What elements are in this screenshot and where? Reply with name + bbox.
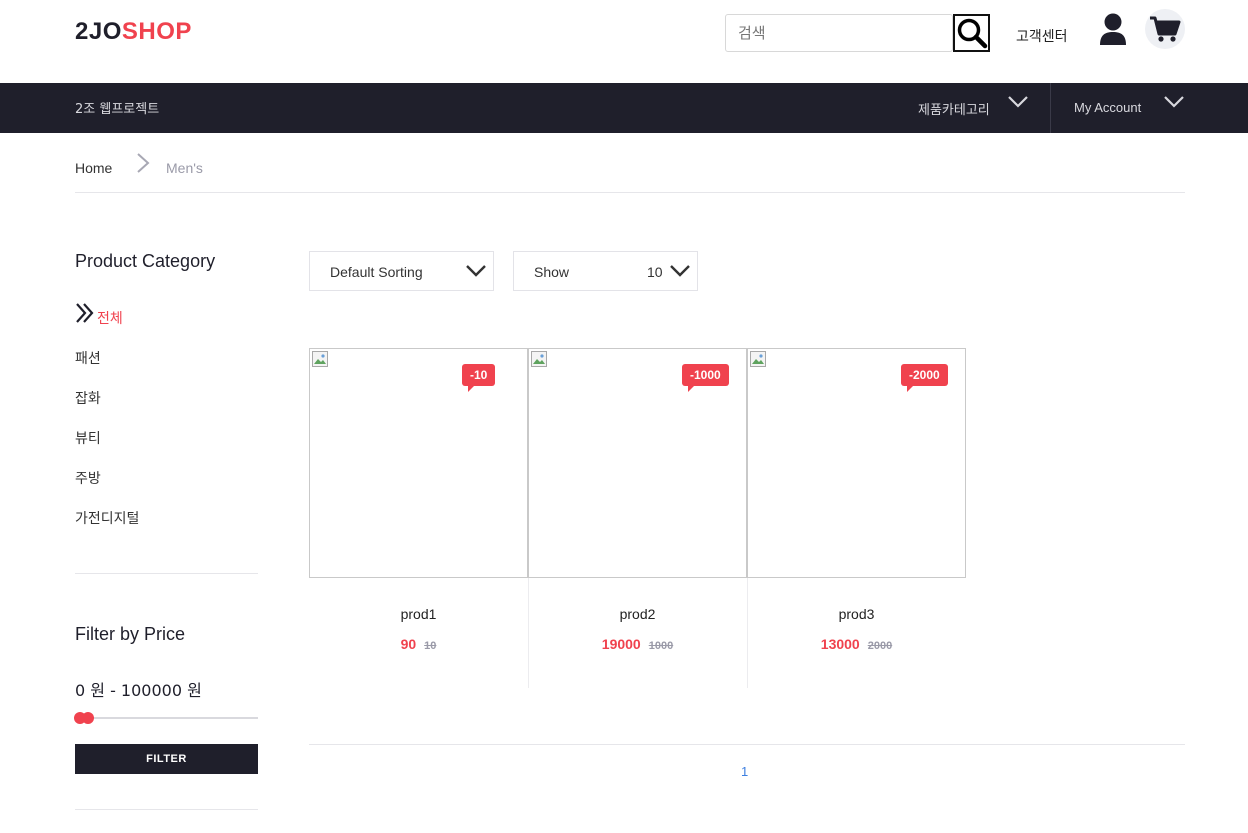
nav-account-menu[interactable]: My Account — [1074, 100, 1141, 115]
category-item-all[interactable]: 전체 — [75, 302, 123, 327]
pagination-page-1[interactable]: 1 — [741, 764, 748, 779]
breadcrumb-divider — [75, 192, 1185, 193]
category-item-kitchen[interactable]: 주방 — [75, 468, 101, 488]
chevron-down-icon[interactable] — [1007, 95, 1029, 109]
product-price: 19000 — [601, 636, 641, 652]
sorting-value: Default Sorting — [330, 264, 423, 280]
product-old-price: 1000 — [648, 640, 674, 652]
nav-project-label[interactable]: 2조 웹프로젝트 — [75, 98, 159, 117]
category-label: 전체 — [97, 311, 123, 327]
product-image[interactable]: -1000 — [528, 348, 747, 578]
category-item-electronics[interactable]: 가전디지털 — [75, 508, 139, 528]
product-name[interactable]: prod2 — [528, 606, 747, 622]
chevron-down-icon — [466, 265, 486, 277]
sorting-select[interactable]: Default Sorting — [309, 251, 494, 291]
discount-badge: -2000 — [901, 364, 948, 392]
sidebar-divider — [75, 573, 258, 574]
product-divider — [747, 578, 748, 688]
category-item-fashion[interactable]: 패션 — [75, 348, 101, 368]
show-count-value: 10 — [647, 264, 663, 280]
price-range-text: 0 원 - 100000 원 — [75, 681, 202, 700]
product-divider — [528, 578, 529, 688]
product-price: 90 — [400, 636, 417, 652]
cart-icon[interactable] — [1145, 9, 1185, 49]
double-chevron-right-icon — [76, 303, 94, 323]
product-prices: 13000 2000 — [747, 636, 966, 654]
price-slider-track[interactable] — [75, 717, 258, 719]
show-label: Show — [534, 264, 570, 280]
search-button[interactable] — [953, 14, 990, 52]
product-prices: 90 10 — [309, 636, 528, 654]
logo-part-1: 2JO — [75, 18, 122, 45]
show-count-select[interactable]: Show 10 — [513, 251, 698, 291]
sidebar-divider — [75, 809, 258, 810]
chevron-right-icon — [137, 153, 150, 173]
discount-badge: -1000 — [682, 364, 729, 392]
filter-button[interactable]: FILTER — [75, 744, 258, 774]
main-nav: 2조 웹프로젝트 제품카테고리 My Account — [0, 83, 1248, 133]
product-name[interactable]: prod3 — [747, 606, 966, 622]
product-image[interactable]: -10 — [309, 348, 528, 578]
product-price: 13000 — [820, 636, 860, 652]
user-icon[interactable] — [1099, 13, 1127, 47]
product-card[interactable]: -2000 prod3 13000 2000 — [747, 348, 966, 688]
price-slider-max-handle[interactable] — [82, 712, 94, 724]
nav-category-menu[interactable]: 제품카테고리 — [918, 99, 990, 118]
product-card[interactable]: -10 prod1 90 10 — [309, 348, 528, 688]
category-item-goods[interactable]: 잡화 — [75, 388, 101, 408]
logo-part-2: SHOP — [121, 18, 192, 45]
site-logo[interactable]: 2JOSHOP — [75, 18, 192, 46]
broken-image-icon — [312, 351, 328, 367]
search-input[interactable] — [725, 14, 953, 52]
filter-price-title: Filter by Price — [75, 624, 186, 644]
search-icon — [957, 18, 987, 49]
discount-badge: -10 — [462, 364, 496, 392]
site-header: 2JOSHOP 고객센터 — [0, 0, 1248, 83]
breadcrumb-home[interactable]: Home — [75, 160, 112, 176]
product-prices: 19000 1000 — [528, 636, 747, 654]
product-name[interactable]: prod1 — [309, 606, 528, 622]
pagination-divider — [309, 744, 1185, 745]
breadcrumb-current: Men's — [166, 160, 203, 176]
customer-center-link[interactable]: 고객센터 — [1016, 26, 1068, 46]
broken-image-icon — [531, 351, 547, 367]
category-item-beauty[interactable]: 뷰티 — [75, 428, 101, 448]
chevron-down-icon — [670, 265, 690, 277]
product-old-price: 10 — [424, 640, 437, 652]
product-category-title: Product Category — [75, 251, 216, 271]
broken-image-icon — [750, 351, 766, 367]
chevron-down-icon[interactable] — [1163, 95, 1185, 109]
product-image[interactable]: -2000 — [747, 348, 966, 578]
product-old-price: 2000 — [867, 640, 893, 652]
product-card[interactable]: -1000 prod2 19000 1000 — [528, 348, 747, 688]
nav-divider — [1050, 83, 1051, 133]
